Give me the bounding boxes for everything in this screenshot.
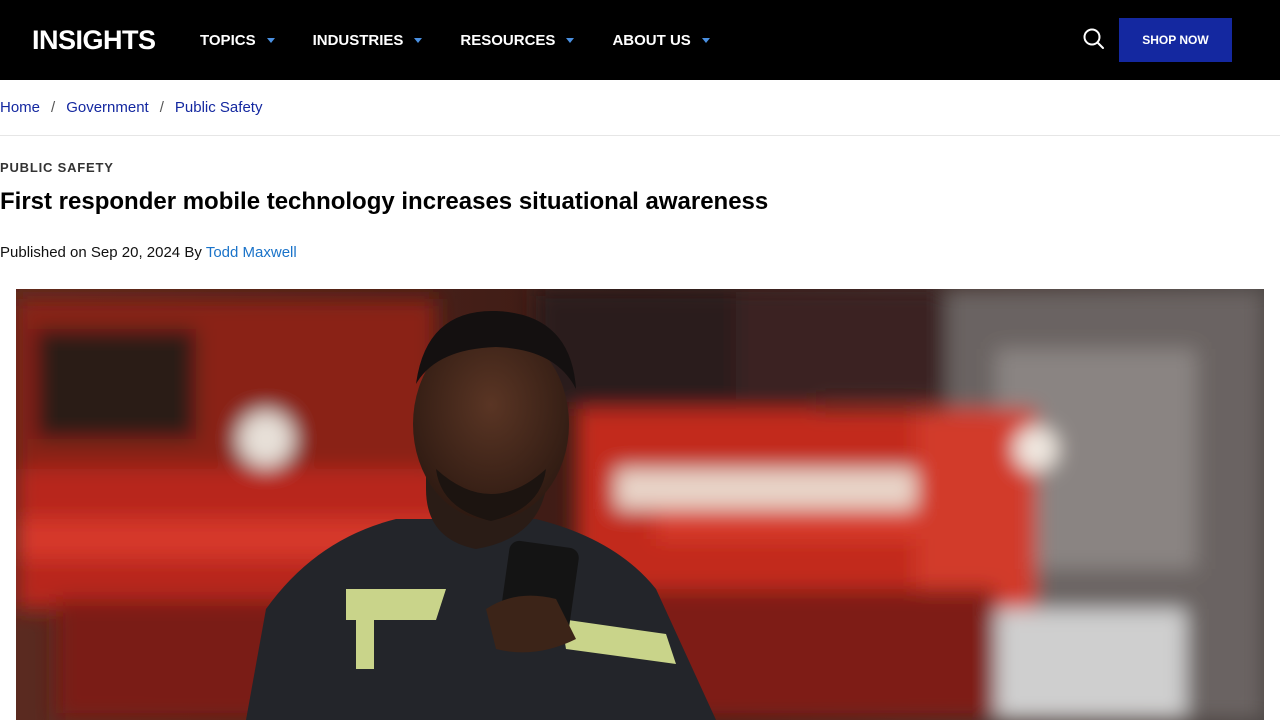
nav-item-topics[interactable]: TOPICS	[200, 32, 275, 49]
chevron-down-icon	[414, 38, 423, 43]
author-link[interactable]: Todd Maxwell	[206, 244, 297, 261]
main-nav: TOPICS INDUSTRIES RESOURCES ABOUT US	[200, 28, 748, 52]
nav-item-about-us[interactable]: ABOUT US	[612, 31, 710, 49]
chevron-down-icon	[266, 38, 275, 43]
breadcrumb-home[interactable]: Home	[0, 99, 40, 116]
nav-item-resources[interactable]: RESOURCES	[460, 31, 575, 49]
article-title: First responder mobile technology increa…	[0, 188, 769, 215]
nav-item-label: TOPICS	[200, 31, 256, 49]
shop-now-button[interactable]: SHOP NOW	[1119, 18, 1232, 62]
breadcrumb-separator: /	[51, 98, 56, 116]
breadcrumb-separator: /	[159, 98, 164, 116]
nav-item-label: INDUSTRIES	[312, 31, 404, 49]
article-category[interactable]: PUBLIC SAFETY	[0, 160, 114, 175]
site-logo[interactable]: INSIGHTS	[32, 24, 156, 56]
top-navigation-bar: INSIGHTS TOPICS INDUSTRIES RESOURCES ABO…	[0, 0, 1280, 80]
chevron-down-icon	[701, 38, 710, 43]
hero-image	[16, 289, 1264, 720]
search-icon[interactable]	[1082, 27, 1106, 51]
breadcrumb-government[interactable]: Government	[66, 99, 149, 116]
nav-item-label: RESOURCES	[460, 31, 556, 49]
breadcrumb: Home / Government / Public Safety	[0, 96, 262, 118]
article-byline: Published on Sep 20, 2024 By Todd Maxwel…	[0, 241, 297, 263]
breadcrumb-divider	[0, 135, 1280, 136]
breadcrumb-public-safety[interactable]: Public Safety	[175, 99, 263, 116]
nav-item-industries[interactable]: INDUSTRIES	[313, 32, 423, 49]
chevron-down-icon	[566, 38, 575, 43]
published-date: Published on Sep 20, 2024 By	[0, 243, 202, 261]
nav-item-label: ABOUT US	[612, 31, 691, 49]
